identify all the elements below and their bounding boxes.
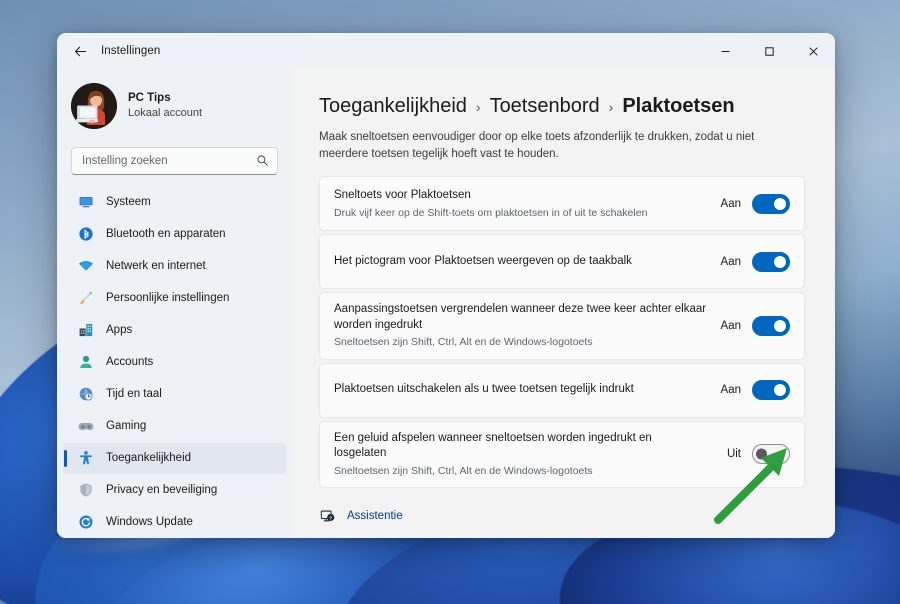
sidebar-item-systeem[interactable]: Systeem [63,187,286,218]
setting-row-plaktoetsen-uitschakelen: Plaktoetsen uitschakelen als u twee toet… [319,362,805,418]
breadcrumb: Toegankelijkheid › Toetsenbord › Plaktoe… [319,95,805,118]
setting-toggle[interactable] [752,251,790,272]
help-link-label: Assistentie [347,510,403,523]
svg-text:?: ? [329,515,332,521]
search-icon [257,155,268,167]
sidebar-label: Windows Update [106,516,193,529]
sidebar-item-accounts[interactable]: Accounts [63,347,286,378]
sidebar-label: Persoonlijke instellingen [106,292,230,305]
accessibility-icon [77,450,94,467]
accounts-icon [77,354,94,371]
settings-list: Sneltoets voor Plaktoetsen Druk vijf kee… [319,176,805,488]
sidebar-item-netwerk-en-internet[interactable]: Netwerk en internet [63,251,286,282]
toggle-state-label: Aan [720,255,741,268]
sidebar: PC Tips Lokaal account Instelling zoeken… [57,69,292,538]
feedback-icon [319,537,335,538]
user-avatar-icon [71,83,117,129]
setting-toggle[interactable] [752,380,790,401]
close-icon [808,46,818,56]
account-name: PC Tips [128,92,171,105]
apps-icon [77,322,94,339]
toggle-state-label: Aan [720,384,741,397]
toggle-state-label: Aan [720,197,741,210]
setting-subtitle: Sneltoetsen zijn Shift, Ctrl, Alt en de … [334,464,593,477]
sidebar-nav: Systeem Bluetooth en apparaten Netwerk e… [57,187,292,538]
setting-subtitle: Sneltoetsen zijn Shift, Ctrl, Alt en de … [334,336,593,349]
window-title: Instellingen [101,45,161,57]
search-box[interactable] [71,147,278,175]
breadcrumb-item-toetsenbord[interactable]: Toetsenbord [490,95,600,118]
sidebar-label: Toegankelijkheid [106,452,192,465]
sound-toggle[interactable] [752,444,790,465]
avatar [71,83,117,129]
sidebar-item-tijd-en-taal[interactable]: Tijd en taal [63,379,286,410]
sidebar-label: Bluetooth en apparaten [106,228,226,241]
setting-title: Het pictogram voor Plaktoetsen weergeven… [334,255,632,268]
minimize-icon [721,50,729,52]
setting-row-pictogram-taakbalk: Het pictogram voor Plaktoetsen weergeven… [319,234,805,290]
gamepad-icon [77,418,94,435]
sidebar-label: Netwerk en internet [106,260,206,273]
sidebar-label: Apps [106,324,133,337]
account-section[interactable]: PC Tips Lokaal account [57,73,292,139]
sidebar-label: Systeem [106,196,151,209]
search-input[interactable] [82,154,256,167]
help-icon: ? [319,508,335,524]
sidebar-item-persoonlijke-instellingen[interactable]: Persoonlijke instellingen [63,283,286,314]
breadcrumb-item-plaktoetsen: Plaktoetsen [622,95,735,117]
setting-toggle[interactable] [752,315,790,336]
sidebar-item-windows-update[interactable]: Windows Update [63,507,286,538]
toggle-state-label: Uit [726,448,741,461]
toggle-state-label: Aan [720,319,741,332]
setting-title: Een geluid afspelen wanneer sneltoetsen … [334,431,652,460]
close-button[interactable] [791,33,835,69]
breadcrumb-separator: › [475,99,481,115]
setting-title: Aanpassingstoetsen vergrendelen wanneer … [334,303,707,331]
update-icon [77,514,94,531]
help-link[interactable]: ? Assistentie [319,504,805,529]
sidebar-label: Tijd en taal [106,388,162,401]
desktop-wallpaper: Instellingen PC Tips Lokaal account Inst… [0,0,900,604]
feedback-link[interactable]: Feedback geven [319,533,805,538]
sidebar-label: Gaming [106,420,147,433]
setting-subtitle: Druk vijf keer op de Shift-toets om plak… [334,206,648,219]
sidebar-item-bluetooth-en-apparaten[interactable]: Bluetooth en apparaten [63,219,286,250]
breadcrumb-item-toegankelijkheid[interactable]: Toegankelijkheid [319,95,467,118]
sidebar-label: Privacy en beveiliging [106,484,218,497]
bluetooth-icon [77,226,94,243]
setting-row-aanpassingstoetsen-vergrendelen: Aanpassingstoetsen vergrendelen wanneer … [319,292,805,360]
globe-clock-icon [77,386,94,403]
account-type: Lokaal account [128,106,202,119]
sidebar-label: Accounts [106,356,154,369]
system-icon [77,194,94,211]
setting-title: Sneltoets voor Plaktoetsen [334,189,471,201]
breadcrumb-separator: › [608,99,614,115]
footer-links: ? Assistentie [319,504,805,538]
sidebar-item-toegankelijkheid[interactable]: Toegankelijkheid [63,442,286,474]
sidebar-item-privacy-en-beveiliging[interactable]: Privacy en beveiliging [63,475,286,506]
title-bar: Instellingen [57,33,835,69]
back-arrow-icon [74,46,86,56]
setting-row-sneltoets-voor-plaktoetsen: Sneltoets voor Plaktoetsen Druk vijf kee… [319,176,805,232]
wifi-icon [77,258,94,275]
maximize-icon [764,46,774,56]
shield-icon [77,482,94,499]
page-description: Maak sneltoetsen eenvoudiger door op elk… [319,131,755,160]
content-pane: Toegankelijkheid › Toetsenbord › Plaktoe… [292,69,835,538]
paintbrush-icon [77,290,94,307]
minimize-button[interactable] [703,33,747,69]
window-body: PC Tips Lokaal account Instelling zoeken… [57,69,835,538]
maximize-button[interactable] [747,33,791,69]
back-button[interactable] [65,38,95,64]
window-controls [703,33,835,69]
sidebar-item-apps[interactable]: Apps [63,315,286,346]
setting-title: Plaktoetsen uitschakelen als u twee toet… [334,383,634,396]
settings-window: Instellingen PC Tips Lokaal account Inst… [57,33,835,538]
setting-row-geluid-afspelen: Een geluid afspelen wanneer sneltoetsen … [319,420,805,488]
setting-toggle[interactable] [752,193,790,214]
sidebar-item-gaming[interactable]: Gaming [63,411,286,442]
